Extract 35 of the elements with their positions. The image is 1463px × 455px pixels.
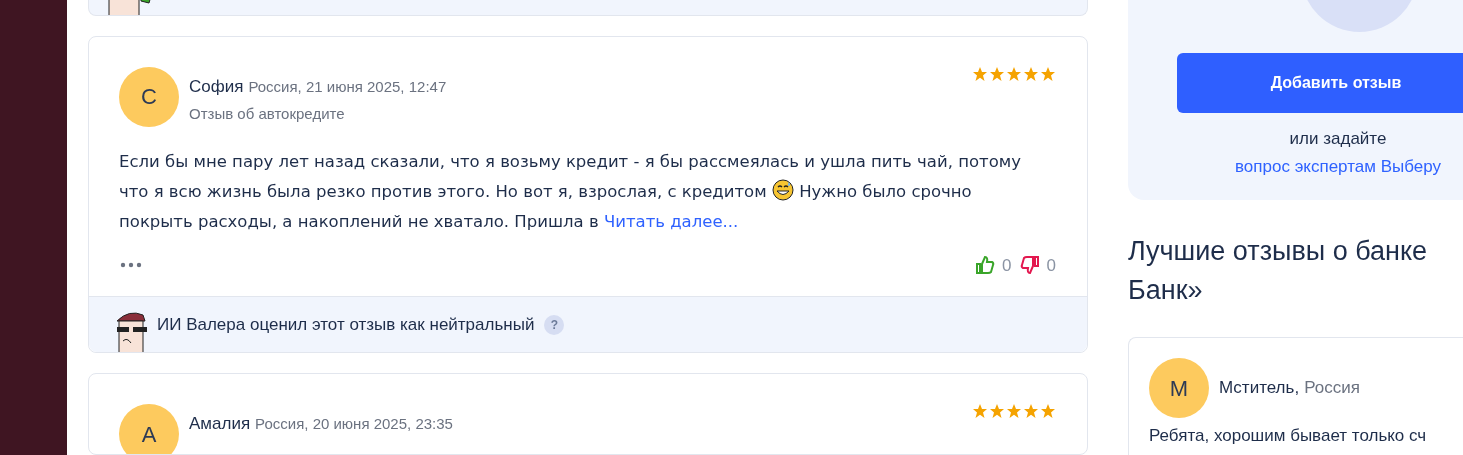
dislike-count: 0 (1046, 254, 1056, 277)
thumbs-down-icon[interactable] (1019, 255, 1040, 276)
star-icon (989, 65, 1005, 82)
star-icon (1006, 65, 1022, 82)
star-icon (972, 65, 988, 82)
experts-link[interactable]: вопрос экспертам Выберу (1235, 153, 1441, 179)
like-count: 0 (1002, 254, 1012, 277)
star-icon (1040, 403, 1056, 419)
thumbs-up-icon[interactable] (975, 255, 996, 276)
add-review-button[interactable]: Добавить отзыв (1177, 53, 1463, 113)
author-name: София (189, 75, 244, 98)
ask-text: или задайте (1289, 128, 1387, 150)
review-text: Ребята, хорошим бывает только сч (1149, 426, 1428, 446)
star-icon (1023, 65, 1039, 82)
author-name: Мститель, (1219, 377, 1300, 400)
avatar: М (1149, 358, 1209, 418)
section-heading: Банк» (1128, 274, 1204, 307)
review-meta: Россия, 21 июня 2025, 12:47 (248, 76, 447, 97)
help-icon[interactable]: ? (544, 314, 565, 335)
emoji-icon (771, 179, 794, 201)
review-subject: Отзыв об автокредите (189, 104, 346, 124)
read-more-link[interactable]: Читать далее... (603, 211, 739, 231)
avatar: А (119, 404, 179, 454)
star-icon (972, 403, 988, 419)
star-icon (1040, 65, 1056, 82)
avatar: С (119, 66, 179, 127)
star-icon (989, 403, 1005, 419)
ai-verdict: ИИ Валера оценил этот отзыв как нейтральный (157, 313, 535, 336)
author-region: Россия (1304, 377, 1360, 400)
review-meta: Россия, 20 июня 2025, 23:35 (255, 414, 453, 434)
section-heading: Лучшие отзывы о банке (1128, 235, 1429, 268)
star-icon (1006, 403, 1022, 419)
star-icon (1023, 403, 1039, 419)
review-text: Если бы мне пару лет назад сказали, что я возьму кредит - я бы рассмеялась и ушла пить чай, потому что я всю жизнь была резко против этого. Но вот я, взрослая, с кредитом Нужно было срочно покрыть расходы, а накоплений не хватало. Пришла в Читать далее... (119, 150, 1022, 233)
author-name: Амалия (189, 413, 251, 435)
